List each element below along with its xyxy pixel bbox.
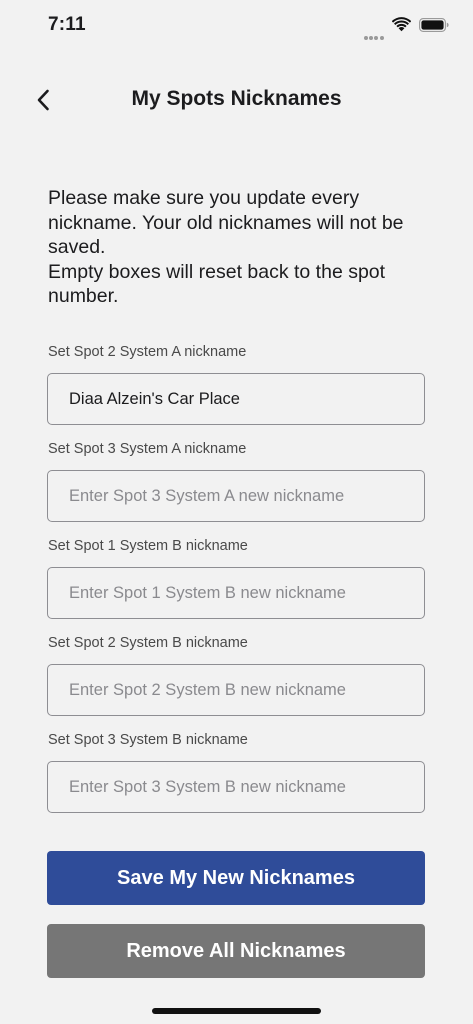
nickname-input-spot3-system-a[interactable] <box>47 470 425 522</box>
wifi-icon <box>392 17 411 32</box>
field-label-spot2-system-b: Set Spot 2 System B nickname <box>48 635 248 651</box>
intro-line-1: Please make sure you update every nickna… <box>48 187 404 259</box>
nickname-input-spot2-system-b[interactable] <box>47 664 425 716</box>
signal-dots-icon <box>364 27 386 40</box>
page-title: My Spots Nicknames <box>131 87 342 110</box>
nickname-input-spot1-system-b[interactable] <box>47 567 425 619</box>
status-time: 7:11 <box>48 14 86 35</box>
home-indicator[interactable] <box>152 1008 321 1014</box>
field-label-spot2-system-a: Set Spot 2 System A nickname <box>48 344 247 360</box>
nickname-input-spot2-system-a[interactable] <box>47 373 425 425</box>
intro-line-2: Empty boxes will reset back to the spot … <box>48 260 386 308</box>
field-label-spot3-system-b: Set Spot 3 System B nickname <box>48 732 248 748</box>
field-label-spot3-system-a: Set Spot 3 System A nickname <box>48 441 247 457</box>
remove-all-nicknames-button[interactable]: Remove All Nicknames <box>47 924 425 978</box>
intro-text: Please make sure you update every nickna… <box>48 186 438 309</box>
nickname-input-spot3-system-b[interactable] <box>47 761 425 813</box>
battery-icon <box>419 18 449 32</box>
field-label-spot1-system-b: Set Spot 1 System B nickname <box>48 538 248 554</box>
save-nicknames-button[interactable]: Save My New Nicknames <box>47 851 425 905</box>
status-bar: 7:11 <box>0 0 473 54</box>
